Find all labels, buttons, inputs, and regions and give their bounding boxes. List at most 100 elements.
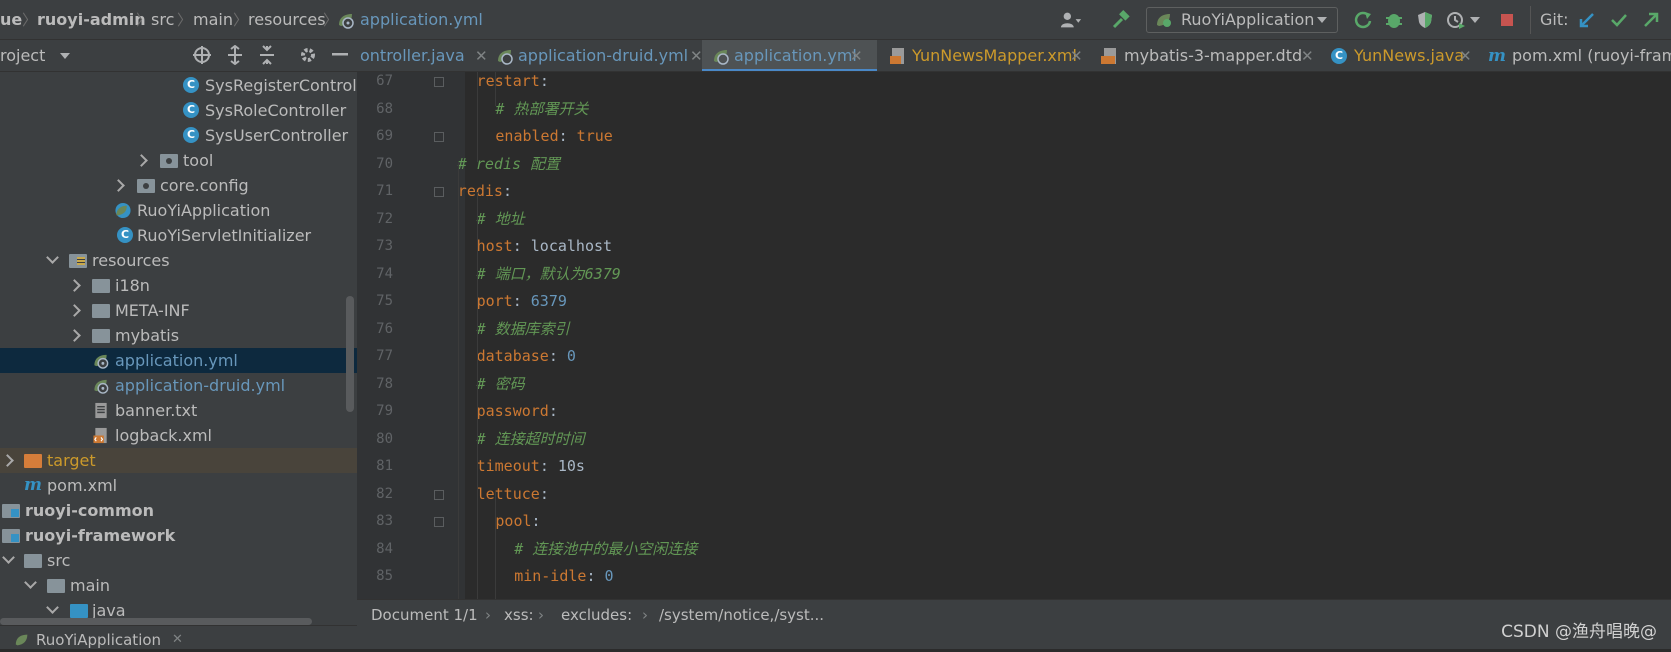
code-line[interactable]: # redis 配置 [458,151,560,179]
code-line[interactable]: # 密码 [477,371,525,399]
fold-marker-icon[interactable] [434,517,444,527]
tree-item[interactable]: tool [0,148,357,173]
code-line[interactable]: # 连接超时时间 [477,426,585,454]
hide-minus-icon[interactable] [329,44,351,66]
breadcrumb-src[interactable]: src [151,0,174,40]
breadcrumb-main[interactable]: main [193,0,233,40]
user-icon[interactable] [1060,9,1082,31]
tree-item[interactable]: C RuoYiServletInitializer [0,223,357,248]
chevron-down-icon[interactable] [24,576,37,589]
code-line[interactable]: host: localhost [477,233,612,261]
tree-item[interactable]: src [0,548,357,573]
code-line[interactable]: # 端口，默认为6379 [477,261,621,289]
close-icon[interactable]: ✕ [1301,40,1314,71]
yaml-path-item[interactable]: /system/notice,/syst... [659,600,824,630]
tab-yunnews-java[interactable]: C YunNews.java ✕ [1319,40,1476,71]
close-icon[interactable]: ✕ [850,40,863,71]
chevron-down-icon[interactable] [60,53,70,59]
debug-bug-icon[interactable] [1383,9,1405,31]
tree-item[interactable]: m pom.xml [0,473,357,498]
profile-clock-icon[interactable] [1445,9,1467,31]
code-line[interactable]: password: [477,398,558,426]
code-line[interactable]: database: 0 [477,343,576,371]
fold-marker-icon[interactable] [434,77,444,87]
tree-item[interactable]: banner.txt [0,398,357,423]
tab-application-yml[interactable]: application.yml ✕ [702,40,877,71]
code-line[interactable]: redis: [458,178,512,206]
run-configuration-select[interactable]: RuoYiApplication [1146,7,1338,33]
collapse-all-icon[interactable] [256,44,278,66]
tree-item[interactable]: C SysUserController [0,123,357,148]
breadcrumb-file[interactable]: application.yml [360,0,483,40]
chevron-right-icon[interactable] [68,304,81,317]
close-icon[interactable]: ✕ [475,40,488,71]
tab-yunnewsmapper-xml[interactable]: YunNewsMapper.xml ✕ [877,40,1089,71]
run-tab-label[interactable]: RuoYiApplication [36,628,161,652]
code-line[interactable]: enabled: true [495,123,612,151]
code-line[interactable]: # 热部署开关 [495,96,588,124]
code-line[interactable]: min-idle: 0 [514,563,613,591]
settings-gear-icon[interactable] [297,44,319,66]
tab-mybatis-mapper-dtd[interactable]: mybatis-3-mapper.dtd ✕ [1089,40,1319,71]
git-update-arrow-icon[interactable] [1576,9,1598,31]
code-line[interactable]: restart: [477,72,549,96]
stop-icon[interactable] [1496,9,1518,31]
chevron-down-icon[interactable] [1469,9,1481,31]
code-editor[interactable]: 67 68 69 70 71 72 73 74 75 76 77 78 79 80 81 82 83 84 85 r… [357,72,1671,599]
chevron-down-icon[interactable] [2,551,15,564]
close-icon[interactable]: ✕ [172,628,183,652]
tree-item[interactable]: META-INF [0,298,357,323]
tree-horizontal-scrollbar[interactable] [0,618,312,625]
fold-marker-icon[interactable] [434,132,444,142]
tab-application-druid-yml[interactable]: application-druid.yml ✕ [492,40,710,71]
code-line[interactable]: lettuce: [477,481,549,509]
tree-item[interactable]: resources [0,248,357,273]
tree-item[interactable]: i18n [0,273,357,298]
locate-target-icon[interactable] [191,44,213,66]
chevron-right-icon[interactable] [68,329,81,342]
tree-item[interactable]: application-druid.yml [0,373,357,398]
close-icon[interactable]: ✕ [1459,40,1472,71]
tree-item-selected[interactable]: application.yml [0,348,357,373]
tab-pom-xml[interactable]: m pom.xml (ruoyi-frame [1476,40,1671,71]
close-icon[interactable]: ✕ [1070,40,1083,71]
code-line[interactable]: # 数据库索引 [477,316,570,344]
tree-item[interactable]: core.config [0,173,357,198]
rerun-icon[interactable] [1352,9,1374,31]
chevron-right-icon[interactable] [112,179,125,192]
yaml-path-item[interactable]: xss: [504,600,534,630]
tree-item[interactable]: C SysRoleController [0,98,357,123]
tree-item[interactable]: main [0,573,357,598]
close-icon[interactable]: ✕ [690,40,703,71]
breadcrumb-project[interactable]: ue [0,0,22,40]
tree-item[interactable]: ruoyi-common [0,498,357,523]
tree-item[interactable]: ruoyi-framework [0,523,357,548]
fold-marker-icon[interactable] [434,489,444,500]
build-hammer-icon[interactable] [1110,9,1132,31]
fold-marker-icon[interactable] [434,187,444,197]
document-indicator[interactable]: Document 1/1 [371,600,478,630]
line-number-gutter[interactable]: 67 68 69 70 71 72 73 74 75 76 77 78 79 80 81 82 83 84 85 [357,72,465,599]
tree-item[interactable]: C SysRegisterControlle [0,73,357,98]
chevron-right-icon[interactable] [1,454,14,467]
tab-controller-java[interactable]: ontroller.java ✕ [357,40,492,71]
coverage-shield-icon[interactable] [1414,9,1436,31]
yaml-path-item[interactable]: excludes: [561,600,632,630]
code-line[interactable]: # 地址 [477,206,525,234]
code-line[interactable]: port: 6379 [477,288,567,316]
chevron-right-icon[interactable] [68,279,81,292]
git-push-arrow-icon[interactable] [1640,9,1662,31]
tree-item[interactable]: target [0,448,357,473]
code-line[interactable]: timeout: 10s [477,453,585,481]
tree-item[interactable]: mybatis [0,323,357,348]
tree-item[interactable]: RuoYiApplication [0,198,357,223]
breadcrumb-module[interactable]: ruoyi-admin [37,0,146,40]
chevron-down-icon[interactable] [46,251,59,264]
chevron-down-icon[interactable] [46,601,59,614]
code-line[interactable]: pool: [495,508,540,536]
tree-item[interactable]: logback.xml [0,423,357,448]
expand-all-icon[interactable] [224,44,246,66]
tree-vertical-scrollbar[interactable] [346,296,354,412]
breadcrumb-resources[interactable]: resources [248,0,326,40]
chevron-right-icon[interactable] [135,154,148,167]
